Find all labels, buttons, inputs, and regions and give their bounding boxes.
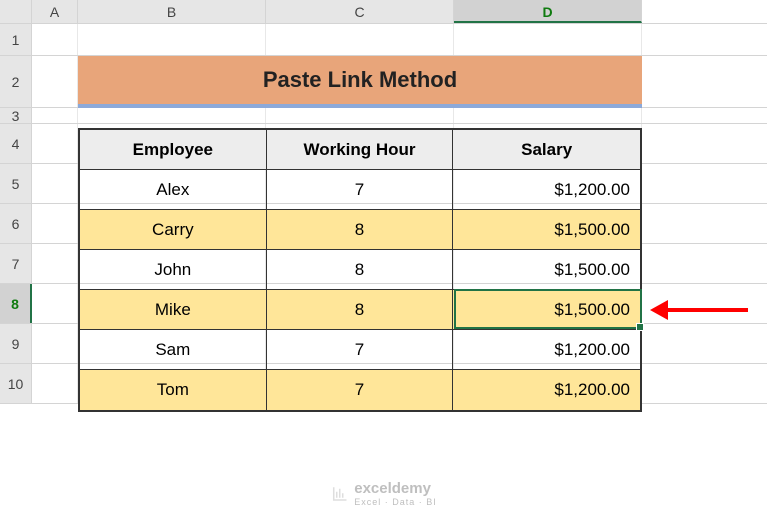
cell-hours[interactable]: 7 bbox=[267, 170, 454, 209]
row-header-4[interactable]: 4 bbox=[0, 124, 32, 163]
cell-hours[interactable]: 8 bbox=[267, 250, 454, 289]
watermark-text: exceldemy bbox=[354, 480, 437, 497]
cell-employee[interactable]: Sam bbox=[80, 330, 267, 369]
table-row: Sam 7 $1,200.00 bbox=[80, 330, 640, 370]
title-banner: Paste Link Method bbox=[78, 56, 642, 108]
cell-salary[interactable]: $1,500.00 bbox=[453, 250, 640, 289]
col-header-D[interactable]: D bbox=[454, 0, 642, 23]
header-working-hour[interactable]: Working Hour bbox=[267, 130, 454, 169]
spreadsheet: A B C D 1 2 3 4 5 6 7 8 9 10 Paste Link … bbox=[0, 0, 767, 521]
row-header-6[interactable]: 6 bbox=[0, 204, 32, 243]
cell-hours[interactable]: 8 bbox=[267, 210, 454, 249]
row-header-8[interactable]: 8 bbox=[0, 284, 32, 323]
cell-salary[interactable]: $1,200.00 bbox=[453, 170, 640, 209]
cell-hours[interactable]: 7 bbox=[267, 370, 454, 410]
data-table: Employee Working Hour Salary Alex 7 $1,2… bbox=[78, 128, 642, 412]
table-row: Mike 8 $1,500.00 bbox=[80, 290, 640, 330]
cell-salary[interactable]: $1,200.00 bbox=[453, 370, 640, 410]
cell-salary[interactable]: $1,500.00 bbox=[453, 290, 640, 329]
cell-hours[interactable]: 7 bbox=[267, 330, 454, 369]
select-all-corner[interactable] bbox=[0, 0, 32, 23]
header-salary[interactable]: Salary bbox=[453, 130, 640, 169]
table-row: Tom 7 $1,200.00 bbox=[80, 370, 640, 410]
watermark: exceldemy Excel · Data · BI bbox=[330, 480, 437, 507]
cell-salary[interactable]: $1,500.00 bbox=[453, 210, 640, 249]
header-employee[interactable]: Employee bbox=[80, 130, 267, 169]
col-header-C[interactable]: C bbox=[266, 0, 454, 23]
col-header-A[interactable]: A bbox=[32, 0, 78, 23]
table-header-row: Employee Working Hour Salary bbox=[80, 130, 640, 170]
table-row: Carry 8 $1,500.00 bbox=[80, 210, 640, 250]
row-header-2[interactable]: 2 bbox=[0, 56, 32, 107]
row-header-5[interactable]: 5 bbox=[0, 164, 32, 203]
col-header-B[interactable]: B bbox=[78, 0, 266, 23]
row-header-9[interactable]: 9 bbox=[0, 324, 32, 363]
cell-employee[interactable]: Alex bbox=[80, 170, 267, 209]
row-header-1[interactable]: 1 bbox=[0, 24, 32, 55]
column-headers: A B C D bbox=[0, 0, 767, 24]
table-row: Alex 7 $1,200.00 bbox=[80, 170, 640, 210]
row-header-3[interactable]: 3 bbox=[0, 108, 32, 123]
table-row: John 8 $1,500.00 bbox=[80, 250, 640, 290]
cell-employee[interactable]: Mike bbox=[80, 290, 267, 329]
cell-employee[interactable]: Carry bbox=[80, 210, 267, 249]
title-text: Paste Link Method bbox=[263, 67, 457, 93]
cell-salary[interactable]: $1,200.00 bbox=[453, 330, 640, 369]
cell-employee[interactable]: John bbox=[80, 250, 267, 289]
row-header-7[interactable]: 7 bbox=[0, 244, 32, 283]
watermark-subtitle: Excel · Data · BI bbox=[354, 497, 437, 507]
cell-hours[interactable]: 8 bbox=[267, 290, 454, 329]
row-header-10[interactable]: 10 bbox=[0, 364, 32, 403]
chart-icon bbox=[330, 485, 348, 503]
cell-employee[interactable]: Tom bbox=[80, 370, 267, 410]
